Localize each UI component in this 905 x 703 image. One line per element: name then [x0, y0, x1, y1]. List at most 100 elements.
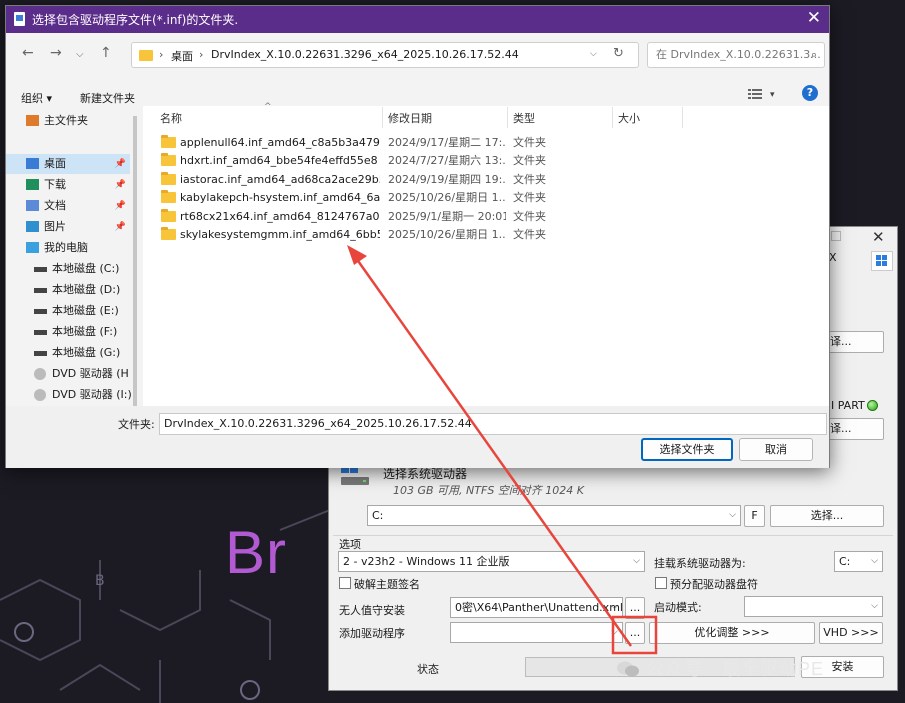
search-icon: ⌕: [810, 48, 817, 61]
file-row[interactable]: rt68cx21x64.inf_amd64_8124767a0c1... 2025…: [161, 208, 561, 226]
file-row[interactable]: iastorac.inf_amd64_ad68ca2ace29b5ca 2024/…: [161, 171, 561, 189]
file-name: hdxrt.inf_amd64_bbe54fe4effd55e8: [180, 154, 378, 168]
title-bar: 选择包含驱动程序文件(*.inf)的文件夹. ✕: [6, 6, 829, 33]
driver-path-combo[interactable]: ⌵: [450, 622, 623, 643]
file-type: 文件夹: [513, 136, 546, 149]
new-folder-button[interactable]: 新建文件夹: [80, 90, 135, 106]
boot-mode-combo[interactable]: ⌵: [744, 596, 883, 617]
file-row[interactable]: skylakesystemgmm.inf_amd64_6bb56... 2025/…: [161, 226, 561, 244]
refresh-icon[interactable]: ↻: [613, 46, 624, 61]
pin-icon: 📌: [114, 180, 126, 190]
app-icon: [14, 12, 25, 26]
chevron-down-icon[interactable]: ⌵: [76, 49, 84, 60]
computer-icon: [26, 242, 39, 253]
folder-field-label: 文件夹:: [118, 418, 155, 431]
navigation-pane: 主文件夹 桌面 📌 下载 📌 文档 📌 图片 📌 我的电脑 本地磁盘 (C:) 本地磁盘 (D:) 本地…: [6, 106, 141, 406]
drive-letter-button[interactable]: F: [744, 505, 765, 527]
sidebar-item[interactable]: 图片 📌: [6, 217, 130, 237]
edition-combo[interactable]: 2 - v23h2 - Windows 11 企业版 ⌵: [338, 551, 645, 572]
breadcrumb-item[interactable]: 桌面: [171, 48, 193, 64]
cancel-button[interactable]: 取消: [739, 438, 813, 461]
sidebar-item[interactable]: 本地磁盘 (G:): [6, 343, 130, 363]
up-arrow-icon[interactable]: ↑: [100, 45, 112, 61]
choose-button[interactable]: 选择...: [770, 505, 884, 527]
wechat-icon: [616, 660, 640, 678]
folder-icon: [161, 190, 176, 204]
breadcrumb-separator-icon: ›: [199, 48, 204, 61]
unattend-label: 无人值守安装: [339, 604, 405, 617]
file-date: 2025/10/26/星期日 1...: [388, 191, 506, 205]
sidebar-item[interactable]: 文档 📌: [6, 196, 130, 216]
file-type: 文件夹: [513, 154, 546, 168]
address-bar[interactable]: › 桌面 › DrvIndex_X.10.0.22631.3296_x64_20…: [131, 42, 639, 68]
partial-browse-button-2[interactable]: 译...: [827, 418, 884, 440]
optimize-button[interactable]: 优化调整 >>>: [649, 622, 815, 644]
file-row[interactable]: hdxrt.inf_amd64_bbe54fe4effd55e8 2024/7/2…: [161, 152, 561, 170]
folder-name-field[interactable]: DrvIndex_X.10.0.22631.3296_x64_2025.10.2…: [159, 413, 827, 435]
chevron-down-icon: ⌵: [871, 601, 878, 611]
mount-label: 挂载系统驱动器为:: [654, 557, 746, 570]
sort-ascending-icon: ^: [264, 102, 272, 112]
svg-text:B: B: [95, 573, 105, 589]
chevron-down-icon: ⌵: [729, 510, 736, 520]
nav-scrollbar[interactable]: [133, 116, 137, 406]
column-header-type[interactable]: 类型: [513, 110, 535, 126]
mount-combo[interactable]: C: ⌵: [834, 551, 883, 572]
chevron-down-icon[interactable]: ▾: [770, 90, 775, 100]
chevron-down-icon[interactable]: ⌵: [590, 49, 597, 59]
partial-tab-label: X: [829, 251, 837, 264]
file-row[interactable]: applenull64.inf_amd64_c8a5b3a4797... 2024…: [161, 134, 561, 152]
add-driver-browse-button[interactable]: ...: [625, 622, 645, 644]
sidebar-item-label: DVD 驱动器 (H: [52, 367, 129, 380]
search-input[interactable]: 在 DrvIndex_X.10.0.22631.3... ⌕: [647, 42, 825, 68]
sidebar-item[interactable]: 主文件夹: [6, 111, 130, 131]
file-row[interactable]: kabylakepch-hsystem.inf_amd64_6aa... 2025…: [161, 189, 561, 207]
search-placeholder: 在 DrvIndex_X.10.0.22631.3...: [656, 48, 821, 61]
help-icon[interactable]: ?: [802, 85, 818, 101]
dvd-icon: [34, 368, 46, 380]
sidebar-item[interactable]: DVD 驱动器 (I:): [6, 385, 132, 405]
sidebar-item-label: DVD 驱动器 (I:): [52, 388, 132, 401]
close-icon[interactable]: ✕: [872, 228, 885, 246]
file-date: 2024/7/27/星期六 13:...: [388, 154, 506, 168]
sidebar-item[interactable]: 本地磁盘 (C:): [6, 259, 130, 279]
vhd-button[interactable]: VHD >>>: [819, 622, 883, 644]
sidebar-item[interactable]: 我的电脑: [6, 238, 130, 258]
column-header-name[interactable]: 名称: [160, 110, 182, 126]
unattend-combo[interactable]: 0密\X64\Panther\Unattend.xml ⌵: [450, 597, 623, 618]
select-folder-button[interactable]: 选择文件夹: [641, 438, 733, 461]
chevron-down-icon: ⌵: [611, 627, 618, 637]
part-label: I PART: [831, 399, 865, 412]
back-arrow-icon[interactable]: ←: [22, 45, 34, 61]
sidebar-item[interactable]: 桌面 📌: [6, 154, 130, 174]
drive-combo[interactable]: C: ⌵: [367, 505, 741, 526]
unattend-browse-button[interactable]: ...: [625, 597, 645, 619]
crack-theme-checkbox[interactable]: [339, 577, 351, 589]
folder-icon: [161, 208, 176, 222]
column-divider: [682, 107, 683, 128]
prealloc-checkbox[interactable]: [655, 577, 667, 589]
sidebar-item[interactable]: 本地磁盘 (E:): [6, 301, 130, 321]
column-header-size[interactable]: 大小: [618, 110, 640, 126]
file-date: 2025/9/1/星期一 20:01: [388, 209, 506, 223]
organize-menu[interactable]: 组织 ▾: [21, 90, 52, 106]
select-folder-dialog: 选择包含驱动程序文件(*.inf)的文件夹. ✕ ← → ⌵ ↑ › 桌面 › …: [5, 5, 830, 468]
picture-icon: [26, 221, 39, 232]
sidebar-item[interactable]: 本地磁盘 (D:): [6, 280, 130, 300]
download-icon: [26, 179, 39, 190]
view-options-icon[interactable]: [748, 88, 762, 100]
maximize-icon[interactable]: [831, 231, 841, 241]
sidebar-item[interactable]: 下载 📌: [6, 175, 130, 195]
forward-arrow-icon[interactable]: →: [50, 45, 62, 61]
sidebar-item[interactable]: 本地磁盘 (F:): [6, 322, 130, 342]
column-header-modified[interactable]: 修改日期: [388, 110, 432, 126]
folder-icon: [161, 227, 176, 240]
divider: [333, 535, 893, 536]
sidebar-item-label: 我的电脑: [44, 241, 88, 254]
partial-browse-button[interactable]: 译...: [827, 331, 884, 353]
sidebar-item-label: 图片: [44, 220, 66, 233]
close-icon[interactable]: ✕: [807, 8, 821, 28]
file-name: applenull64.inf_amd64_c8a5b3a4797...: [180, 136, 380, 149]
breadcrumb-item[interactable]: DrvIndex_X.10.0.22631.3296_x64_2025.10.2…: [211, 48, 519, 61]
sidebar-item[interactable]: DVD 驱动器 (H: [6, 364, 130, 384]
